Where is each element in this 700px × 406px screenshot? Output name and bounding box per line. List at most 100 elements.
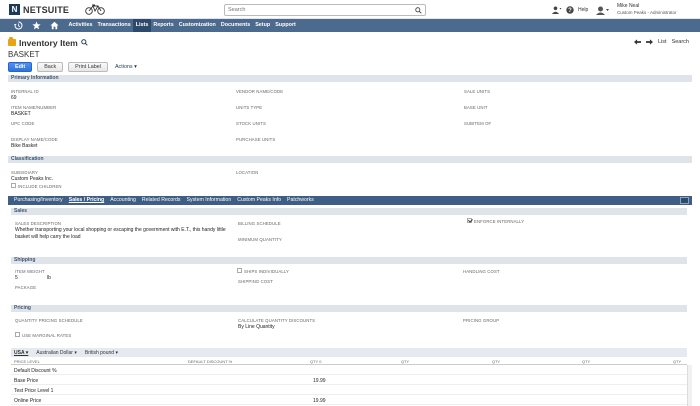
price-level: Default Discount % (14, 368, 57, 374)
pricing-group-label: PRICING GROUP (463, 318, 500, 323)
nav-transactions[interactable]: Transactions (95, 19, 133, 32)
top-bar: N NETSUITE ? Help Mike Neal Custom Peaks… (0, 0, 700, 19)
enforce-internally-label: ENFORCE INTERNALLY (474, 219, 525, 224)
nav-customization[interactable]: Customization (176, 19, 218, 32)
back-button[interactable]: Back (37, 62, 64, 72)
column-price-level: PRICE LEVEL (14, 359, 40, 364)
internal-id-value: 69 (11, 95, 17, 101)
subsidiary-value: Custom Peaks Inc. (11, 176, 53, 182)
pricing-scrollbar[interactable] (687, 365, 692, 406)
nav-lists[interactable]: Lists (133, 19, 151, 32)
nav-support[interactable]: Support (273, 19, 299, 32)
tab-purchasing-inventory[interactable]: Purchasing/Inventory (11, 196, 66, 205)
subitem-of-label: SUBITEM OF (464, 121, 492, 126)
price-value: 19.99 (313, 378, 326, 384)
package-label: PACKAGE (15, 285, 37, 290)
primary-information-header[interactable]: Primary Information (8, 75, 692, 82)
next-arrow-icon[interactable] (646, 39, 653, 45)
price-row[interactable]: Default Discount % (11, 366, 687, 375)
global-search[interactable] (224, 4, 426, 16)
sale-units-label: SALE UNITS (464, 89, 491, 94)
tab-accounting[interactable]: Accounting (107, 196, 139, 205)
column-qty-4: QTY (673, 359, 682, 364)
tab-custom-peaks-info[interactable]: Custom Peaks Info (234, 196, 284, 205)
currency-tab-usa[interactable]: USA ▾ (14, 350, 28, 356)
recent-records-icon[interactable] (14, 21, 23, 30)
nav-reports[interactable]: Reports (151, 19, 176, 32)
vendor-name-label: VENDOR NAME/CODE (236, 89, 284, 94)
record-nav: List Search (634, 39, 689, 45)
currency-tab-british-pound[interactable]: British pound ▾ (85, 350, 118, 356)
tab-sales-pricing[interactable]: Sales / Pricing (66, 196, 107, 205)
price-row[interactable]: Test Price Level 1 (11, 386, 687, 395)
units-type-label: UNITS TYPE (236, 105, 263, 110)
currency-tabs: USA ▾ Australian Dollar ▾ British pound … (11, 348, 687, 357)
search-input[interactable] (225, 5, 410, 15)
record-name: BASKET (8, 50, 40, 59)
classification-header[interactable]: Classification (8, 156, 692, 163)
subsidiary-label: SUBSIDIARY (11, 170, 38, 175)
price-level: Test Price Level 1 (14, 388, 54, 394)
tab-related-records[interactable]: Related Records (139, 196, 184, 205)
sales-description-line-1: Whether transporting your local shopping… (15, 227, 226, 233)
item-weight-unit: lb (47, 275, 51, 281)
pricing-header[interactable]: Pricing (11, 305, 687, 312)
edit-button[interactable]: Edit (8, 62, 33, 72)
previous-arrow-icon[interactable] (634, 39, 641, 45)
shipping-cost-label: SHIPPING COST (238, 279, 273, 284)
stock-units-label: STOCK UNITS (236, 121, 266, 126)
minimum-quantity-label: MINIMUM QUANTITY (238, 237, 282, 242)
use-marginal-rates-label: USE MARGINAL RATES (22, 333, 72, 338)
use-marginal-rates-checkbox[interactable] (15, 332, 20, 337)
search-link[interactable]: Search (672, 39, 689, 45)
item-name-value: BASKET (11, 111, 31, 117)
top-right-tools: ? Help (552, 4, 610, 16)
display-name-value: Bike Basket (11, 143, 38, 149)
user-role: Custom Peaks - Administrator (617, 9, 677, 15)
nav-documents[interactable]: Documents (218, 19, 252, 32)
upc-code-label: UPC CODE (11, 121, 35, 126)
location-label: LOCATION (236, 170, 259, 175)
enforce-internally-checkbox[interactable] (467, 218, 472, 223)
shortcuts-star-icon[interactable] (32, 21, 41, 30)
bicycle-icon (85, 4, 105, 15)
item-weight-label: ITEM WEIGHT (15, 269, 45, 274)
actions-menu[interactable]: Actions ▾ (115, 64, 137, 70)
billing-schedule-label: BILLING SCHEDULE (238, 221, 281, 226)
tab-patchworks[interactable]: Patchworks (284, 196, 317, 205)
main-nav: Activities Transactions Lists Reports Cu… (0, 19, 700, 32)
tab-collapse-icon[interactable] (680, 197, 689, 204)
sales-header[interactable]: Sales (11, 208, 687, 215)
item-weight-value: 5 (15, 275, 18, 281)
currency-tab-australian-dollar[interactable]: Australian Dollar ▾ (36, 350, 77, 356)
logo-mark: N (9, 4, 20, 15)
sales-description-line-2: basket will help carry the load (15, 234, 81, 240)
help-label[interactable]: Help (578, 7, 588, 13)
purchase-units-label: PURCHASE UNITS (236, 137, 276, 142)
help-icon[interactable]: ? (566, 6, 574, 14)
list-link[interactable]: List (658, 39, 667, 45)
page-title: Inventory Item (19, 37, 78, 48)
ships-individually-checkbox[interactable] (237, 268, 242, 273)
avatar[interactable] (596, 6, 610, 15)
calculate-quantity-discounts-value: By Line Quantity (238, 324, 275, 330)
column-qty-0: QTY 0 (310, 359, 322, 364)
nav-setup[interactable]: Setup (253, 19, 273, 32)
price-row[interactable]: Online Price 19.99 (11, 396, 687, 405)
user-menu[interactable]: Mike Neal Custom Peaks - Administrator (617, 3, 677, 15)
tab-system-information[interactable]: System Information (184, 196, 235, 205)
nav-activities[interactable]: Activities (66, 19, 95, 32)
netsuite-logo[interactable]: N NETSUITE (9, 4, 69, 15)
print-label-button[interactable]: Print Label (68, 62, 108, 72)
search-record-icon[interactable] (80, 39, 88, 46)
price-value: 19.99 (313, 398, 326, 404)
shipping-header[interactable]: Shipping (11, 257, 687, 264)
home-icon[interactable] (50, 21, 59, 30)
column-qty-1: QTY (401, 359, 410, 364)
price-row[interactable]: Base Price 19.99 (11, 376, 687, 385)
users-icon[interactable] (552, 6, 562, 14)
search-icon[interactable] (415, 7, 422, 14)
include-children-checkbox[interactable] (11, 183, 16, 188)
display-name-label: DISPLAY NAME/CODE (11, 137, 58, 142)
folder-icon (8, 37, 16, 46)
